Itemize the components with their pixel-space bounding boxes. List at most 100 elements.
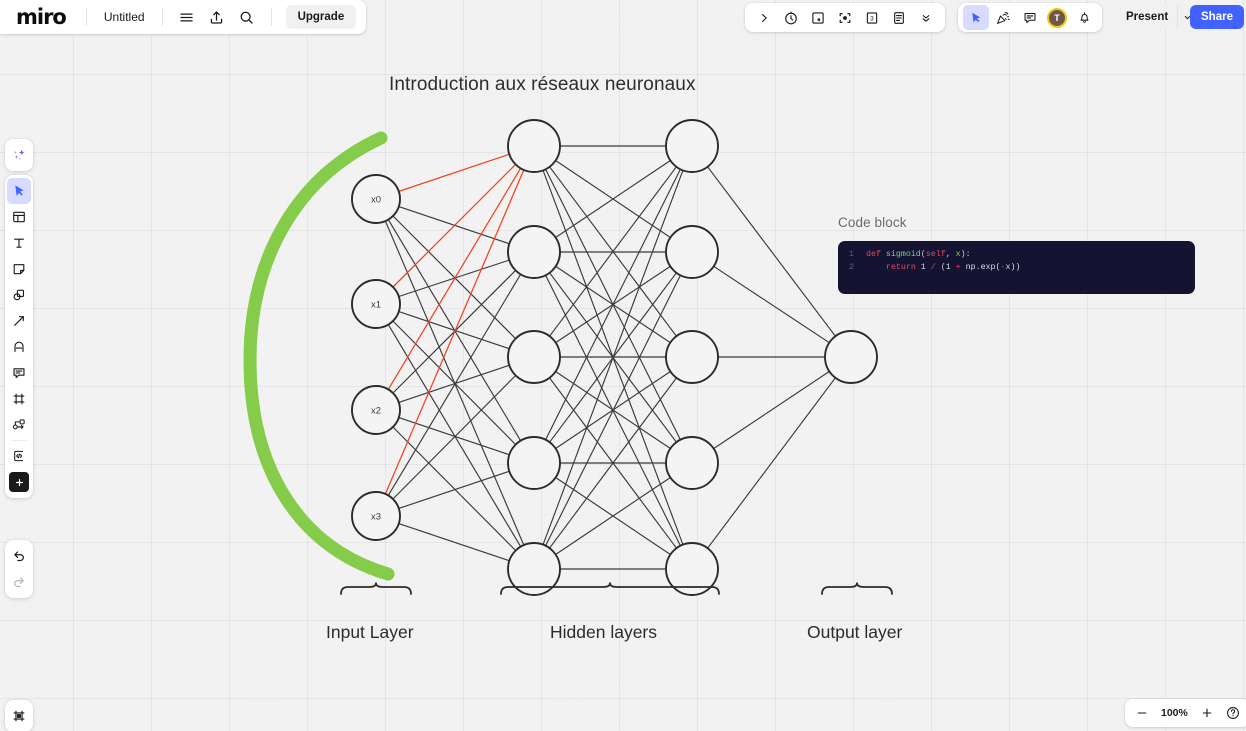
network-node[interactable]: [665, 330, 719, 384]
voting-icon[interactable]: 3: [859, 5, 885, 30]
network-node[interactable]: [507, 225, 561, 279]
sidebar-tool-embed-code[interactable]: [7, 443, 31, 469]
network-node[interactable]: [507, 119, 561, 173]
divider: [270, 8, 272, 26]
code-line-number: 2: [849, 263, 854, 272]
miro-board-app: x0 x1 x2 x3 Introduction aux réseaux neuron…: [0, 0, 1246, 731]
present-button[interactable]: Present: [1117, 5, 1177, 29]
network-edge[interactable]: [707, 166, 836, 337]
timer-icon[interactable]: [778, 5, 804, 30]
sidebar-ai-panel: [5, 139, 33, 171]
present-control: Present: [1117, 5, 1198, 29]
divider: [11, 440, 27, 441]
sidebar-tool-select[interactable]: [7, 178, 31, 204]
network-edge[interactable]: [387, 274, 522, 496]
caption-hidden-layers: Hidden layers: [550, 622, 657, 642]
page-title: Introduction aux réseaux neuronaux: [389, 74, 696, 95]
code-line-content: return 1 / (1 + np.exp(-x)): [866, 261, 1021, 274]
cursor-pointer-icon[interactable]: [963, 5, 989, 30]
network-node[interactable]: [665, 225, 719, 279]
sidebar-tool-ai[interactable]: [7, 142, 31, 168]
network-node-label: x2: [371, 405, 381, 416]
comment-icon[interactable]: [1017, 5, 1043, 30]
network-edges: [384, 145, 836, 570]
sidebar-tool-more-apps[interactable]: [9, 472, 29, 492]
network-node[interactable]: x1: [351, 279, 401, 329]
code-token: self: [925, 250, 946, 259]
caption-input-layer: Input Layer: [326, 622, 414, 642]
focus-mode-icon[interactable]: [832, 5, 858, 30]
upgrade-button[interactable]: Upgrade: [285, 5, 357, 29]
frames-panel-button[interactable]: [7, 703, 31, 729]
code-token: np.exp(: [960, 263, 1001, 272]
network-node-label: x1: [371, 299, 381, 310]
sidebar-tool-comment[interactable]: [7, 360, 31, 386]
hamburger-menu-icon[interactable]: [173, 4, 201, 30]
network-node[interactable]: x3: [351, 491, 401, 541]
network-edge[interactable]: [387, 324, 522, 547]
sidebar-tool-templates[interactable]: [7, 204, 31, 230]
network-edge[interactable]: [392, 215, 517, 340]
code-token: def: [866, 250, 881, 259]
celebrate-reaction-icon[interactable]: [990, 5, 1016, 30]
sidebar-toolbar: [5, 175, 33, 498]
caption-output-layer: Output layer: [807, 622, 903, 642]
code-token: (: [935, 263, 946, 272]
notes-icon[interactable]: [886, 5, 912, 30]
more-tools-icon[interactable]: [913, 5, 939, 30]
search-icon[interactable]: [233, 4, 261, 30]
sidebar-tool-frame[interactable]: [7, 386, 31, 412]
undo-button[interactable]: [7, 543, 31, 569]
share-button[interactable]: Share: [1190, 5, 1244, 29]
output-layer-brace: [821, 582, 893, 595]
sidebar-tool-text[interactable]: [7, 230, 31, 256]
network-node[interactable]: x0: [351, 174, 401, 224]
divider: [161, 8, 163, 26]
zoom-level-label[interactable]: 100%: [1156, 707, 1193, 719]
network-edge[interactable]: [392, 320, 517, 446]
avatar[interactable]: T: [1044, 5, 1070, 30]
zoom-out-button[interactable]: [1130, 701, 1154, 725]
network-node[interactable]: x2: [351, 385, 401, 435]
sidebar-tool-sticky-note[interactable]: [7, 256, 31, 282]
input-layer-brace: [340, 582, 412, 595]
help-button[interactable]: [1221, 701, 1245, 725]
network-node[interactable]: [824, 330, 878, 384]
topbar-left: miro Untitled Upgrade: [0, 0, 367, 34]
network-edge[interactable]: [392, 374, 517, 500]
topbar-collaboration-tools: 3: [745, 3, 945, 32]
code-block-editor[interactable]: 1 def sigmoid(self, x): 2 return 1 / (1 + …: [838, 241, 1195, 294]
network-edge-highlighted[interactable]: [387, 167, 522, 390]
network-edge[interactable]: [392, 426, 517, 552]
sidebar-tool-pen[interactable]: [7, 334, 31, 360]
zoom-in-button[interactable]: [1195, 701, 1219, 725]
network-node-label: x3: [371, 511, 381, 522]
sidebar-tool-diagram[interactable]: [7, 412, 31, 438]
code-line: 1 def sigmoid(self, x):: [838, 248, 1195, 261]
network-node[interactable]: [665, 436, 719, 490]
notification-bell-icon[interactable]: [1071, 5, 1097, 30]
network-edge[interactable]: [398, 523, 510, 562]
board-canvas[interactable]: x0 x1 x2 x3 Introduction aux réseaux neuron…: [0, 0, 1246, 731]
network-node[interactable]: [507, 436, 561, 490]
topbar-user-tools: T: [958, 3, 1102, 32]
expand-panel-icon[interactable]: [751, 5, 777, 30]
network-edge-highlighted[interactable]: [392, 163, 517, 288]
screenshot-icon[interactable]: [805, 5, 831, 30]
redo-button[interactable]: [7, 569, 31, 595]
miro-logo[interactable]: miro: [16, 5, 67, 29]
sidebar-tool-connector[interactable]: [7, 308, 31, 334]
share-export-icon[interactable]: [203, 4, 231, 30]
board-name-field[interactable]: Untitled: [97, 6, 152, 28]
code-block-widget[interactable]: Code block 1 def sigmoid(self, x): 2 retur…: [838, 215, 1195, 294]
network-edge-highlighted[interactable]: [384, 169, 525, 495]
network-node[interactable]: [507, 330, 561, 384]
sidebar-tool-shapes[interactable]: [7, 282, 31, 308]
network-edge-highlighted[interactable]: [398, 153, 510, 192]
network-edge[interactable]: [713, 370, 830, 450]
code-token: return: [885, 263, 916, 272]
network-edge[interactable]: [707, 377, 836, 549]
network-node[interactable]: [665, 119, 719, 173]
network-node-label: x0: [371, 194, 381, 205]
code-block-caption: Code block: [838, 215, 907, 230]
